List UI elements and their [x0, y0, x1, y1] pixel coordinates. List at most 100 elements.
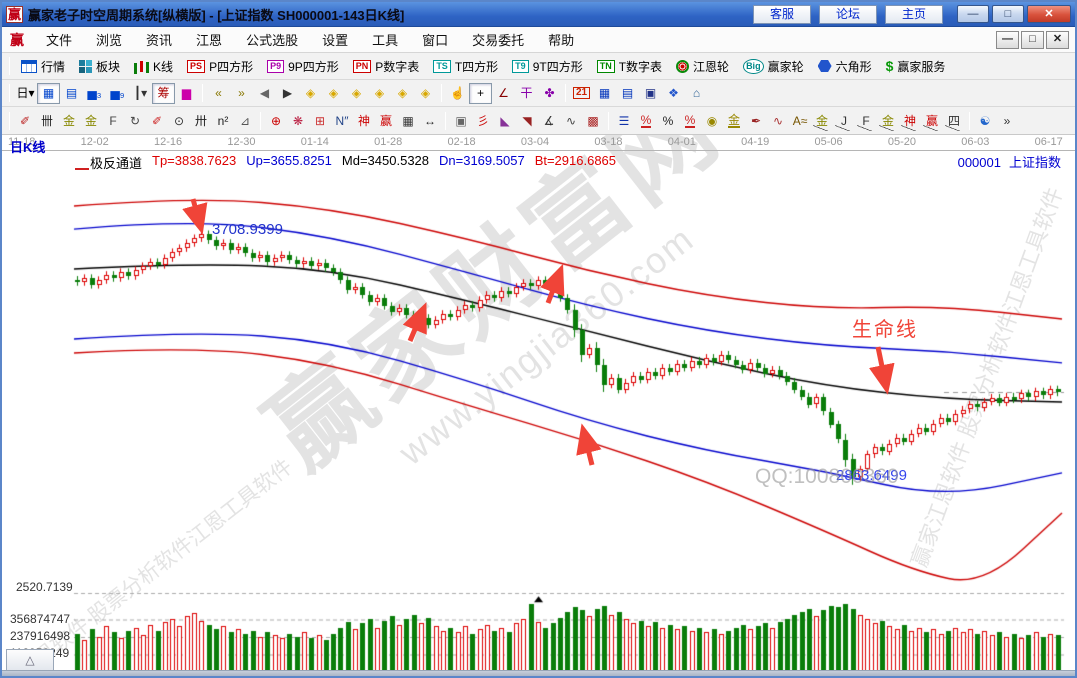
tool-net-link[interactable]: ❖ — [662, 83, 685, 104]
tool-ying-grid[interactable]: 赢 — [375, 110, 397, 131]
tool-pattern-tool[interactable]: ✤ — [538, 83, 561, 104]
tool-multi-window[interactable]: ▦ — [37, 83, 60, 104]
zoom-out-button[interactable]: △ — [6, 649, 54, 670]
tool-quotes[interactable]: 行情 — [14, 55, 72, 78]
tool-toolbar-overflow[interactable]: » — [996, 110, 1018, 131]
menu-item-资讯[interactable]: 资讯 — [134, 27, 184, 52]
tool-period-style-dropdown[interactable]: 日▾ — [14, 83, 37, 104]
tool-9p-square[interactable]: P99P四方形 — [260, 55, 346, 78]
tool-wave-a-tool[interactable]: A≈ — [789, 110, 811, 131]
tool-number-grid[interactable]: ▦ — [397, 110, 419, 131]
tool-chip-distribution[interactable]: 筹 — [152, 83, 175, 104]
tool-percent-line[interactable]: % — [679, 110, 701, 131]
tool-taiji-tool[interactable]: ☯ — [974, 110, 996, 131]
tool-shift-left[interactable]: ◈ — [299, 83, 322, 104]
tool-kline[interactable]: K线 — [127, 55, 180, 78]
tool-percent-tool[interactable]: % — [657, 110, 679, 131]
tool-price-scale[interactable]: ☰ — [613, 110, 635, 131]
tool-angle-f[interactable]: F — [855, 110, 877, 131]
tool-first-page[interactable]: « — [207, 83, 230, 104]
menu-item-浏览[interactable]: 浏览 — [84, 27, 134, 52]
tool-hand-tool[interactable]: ☝ — [446, 83, 469, 104]
tool-time-ruler[interactable]: 卌 — [36, 110, 58, 131]
tool-zoom-horizontal[interactable]: ◈ — [345, 83, 368, 104]
kline-chart-canvas[interactable] — [2, 135, 1073, 670]
tool-width-measure[interactable]: ↔ — [419, 110, 441, 131]
tool-angle-ying[interactable]: 赢 — [921, 110, 943, 131]
tool-box-tool[interactable]: ▣ — [450, 110, 472, 131]
tool-fan-box-1[interactable]: ◣ — [494, 110, 516, 131]
tool-compass-pen[interactable]: ✐ — [146, 110, 168, 131]
menu-item-设置[interactable]: 设置 — [310, 27, 360, 52]
tool-prev-bar[interactable]: ◀ — [253, 83, 276, 104]
tool-system-tool[interactable]: ⌂ — [685, 83, 708, 104]
window-restore-button[interactable]: □ — [992, 5, 1024, 23]
tool-calculator-tool[interactable]: ▦ — [593, 83, 616, 104]
tool-candle-style-dropdown[interactable]: ┃▾ — [129, 83, 152, 104]
tool-angle-j[interactable]: J — [833, 110, 855, 131]
tool-angle-gold-1[interactable]: 金 — [811, 110, 833, 131]
tool-winner-service[interactable]: $赢家服务 — [879, 55, 953, 78]
tool-t-square[interactable]: TST四方形 — [426, 55, 505, 78]
tool-last-page[interactable]: » — [230, 83, 253, 104]
titlebar-button-2[interactable]: 论坛 — [819, 5, 877, 24]
tool-f-grid[interactable]: F — [102, 110, 124, 131]
menu-item-江恩[interactable]: 江恩 — [184, 27, 234, 52]
tool-gann-wheel[interactable]: 江恩轮 — [669, 55, 736, 78]
tool-degree-circle[interactable]: ⊙ — [168, 110, 190, 131]
tool-shift-right[interactable]: ◈ — [322, 83, 345, 104]
tool-gold-line[interactable]: 金 — [723, 110, 745, 131]
tool-9t-square[interactable]: T99T四方形 — [505, 55, 590, 78]
menu-item-工具[interactable]: 工具 — [360, 27, 410, 52]
menu-item-文件[interactable]: 文件 — [34, 27, 84, 52]
tool-spiral-tool[interactable]: ↻ — [124, 110, 146, 131]
tool-expand-all[interactable]: ◈ — [414, 83, 437, 104]
tool-save-tool[interactable]: ▣ — [639, 83, 662, 104]
titlebar-button-1[interactable]: 客服 — [753, 5, 811, 24]
tool-gold-circle[interactable]: ◉ — [701, 110, 723, 131]
tool-angle-shen[interactable]: 神 — [899, 110, 921, 131]
tool-protractor[interactable]: ⊿ — [234, 110, 256, 131]
tool-next-bar[interactable]: ▶ — [276, 83, 299, 104]
tool-shen-grid[interactable]: 神 — [353, 110, 375, 131]
tool-volume-profile[interactable]: ▆ — [175, 83, 198, 104]
menu-item-公式选股[interactable]: 公式选股 — [234, 27, 310, 52]
tool-sectors[interactable]: 板块 — [72, 55, 127, 78]
tool-zigzag-tool[interactable]: ∿ — [560, 110, 582, 131]
tool-n2-lines[interactable]: n² — [212, 110, 234, 131]
tool-gann-fan[interactable]: 彡 — [472, 110, 494, 131]
tool-quote-note[interactable]: ▤ — [616, 83, 639, 104]
window-minimize-button[interactable]: — — [957, 5, 989, 23]
tool-gann-t-tool[interactable]: 干 — [515, 83, 538, 104]
tool-angle-si[interactable]: 四 — [943, 110, 965, 131]
tool-hexagon[interactable]: 六角形 — [811, 55, 879, 78]
tool-brush-tool[interactable]: ✒ — [745, 110, 767, 131]
tool-compass-tool[interactable]: ✐ — [14, 110, 36, 131]
titlebar-button-3[interactable]: 主页 — [885, 5, 943, 24]
tool-gold-ratio-grid-2[interactable]: 金 — [80, 110, 102, 131]
tool-p-number-table[interactable]: PNP数字表 — [346, 55, 427, 78]
tool-percent-retrace[interactable]: % — [635, 110, 657, 131]
tool-target-circle[interactable]: ⊕ — [265, 110, 287, 131]
tool-crosshair-tool[interactable]: + — [469, 83, 492, 104]
tool-t-number-table[interactable]: TNT数字表 — [590, 55, 669, 78]
tool-grid-box[interactable]: ⊞ — [309, 110, 331, 131]
tool-calendar-tool[interactable]: 21 — [570, 83, 593, 104]
tool-gold-ratio-grid-1[interactable]: 金 — [58, 110, 80, 131]
mdi-close-button[interactable]: ✕ — [1046, 31, 1069, 49]
tool-spider-web[interactable]: ❋ — [287, 110, 309, 131]
tool-expand-bars[interactable]: ◈ — [391, 83, 414, 104]
tool-p-square[interactable]: PSP四方形 — [180, 55, 260, 78]
tool-wave-mark[interactable]: N″ — [331, 110, 353, 131]
menu-item-帮助[interactable]: 帮助 — [536, 27, 586, 52]
mdi-restore-button[interactable]: □ — [1021, 31, 1044, 49]
menu-item-窗口[interactable]: 窗口 — [410, 27, 460, 52]
tool-time-lines[interactable]: 卅 — [190, 110, 212, 131]
tool-angle-measure[interactable]: ∠ — [492, 83, 515, 104]
tool-angle-gold-2[interactable]: 金 — [877, 110, 899, 131]
tool-info-browser[interactable]: ▤ — [60, 83, 83, 104]
tool-wave-tool[interactable]: ∿ — [767, 110, 789, 131]
tool-winner-wheel[interactable]: Big赢家轮 — [736, 55, 811, 78]
tool-chart-9[interactable]: ▅₉ — [106, 83, 129, 104]
window-close-button[interactable]: ✕ — [1027, 5, 1071, 23]
